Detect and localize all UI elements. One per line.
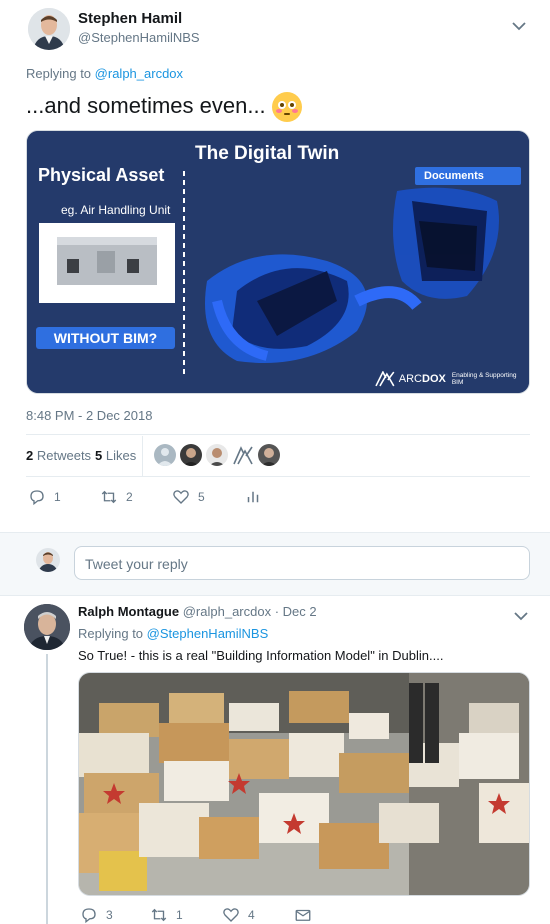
reply-like-count: 4 (248, 908, 255, 922)
heart-icon (173, 490, 189, 504)
replying-handle-link[interactable]: @ralph_arcdox (95, 66, 183, 81)
media-left-title: Physical Asset (38, 165, 165, 185)
reply-replying-to: Replying to @StephenHamilNBS (78, 626, 268, 641)
arcdox-logo-icon (375, 371, 395, 387)
reply-author-name[interactable]: Ralph Montague (78, 604, 179, 619)
author-avatar[interactable] (28, 8, 70, 50)
brand-prefix: ARC (398, 373, 422, 385)
reply-author-handle[interactable]: @ralph_arcdox (183, 604, 271, 619)
reply-like-action[interactable]: 4 (222, 906, 255, 924)
reply-count: 1 (54, 490, 61, 504)
arcdox-logo: ARCDOX Enabling & Supporting BIM (375, 371, 529, 387)
media-left-subtitle: eg. Air Handling Unit (61, 203, 171, 217)
reply-author-avatar[interactable] (24, 604, 70, 650)
reply-text: So True! - this is a real "Building Info… (78, 648, 444, 663)
brand-tagline: Enabling & Supporting BIM (451, 372, 517, 386)
retweets-label: Retweets (36, 448, 92, 463)
divider (26, 434, 530, 435)
likes-stat[interactable]: 5 Likes (95, 448, 136, 463)
author-name[interactable]: Stephen Hamil (78, 10, 182, 27)
reply-reply-count: 3 (106, 908, 113, 922)
reply-action[interactable]: 1 (28, 488, 61, 506)
replying-to: Replying to @ralph_arcdox (26, 66, 183, 81)
like-action[interactable]: 5 (172, 488, 205, 506)
reply-retweet-action[interactable]: 1 (150, 906, 183, 924)
reply-input[interactable]: Tweet your reply (74, 546, 530, 580)
reply-icon (82, 908, 96, 924)
tweet-image[interactable]: The Digital Twin Physical Asset eg. Air … (26, 130, 530, 394)
liker-avatar[interactable] (154, 444, 176, 466)
chevron-down-icon[interactable] (514, 608, 528, 624)
analytics-action[interactable] (244, 488, 262, 506)
arcdox-avatar-icon[interactable] (232, 444, 254, 466)
retweets-count: 2 (26, 448, 34, 463)
like-count: 5 (198, 490, 205, 504)
retweet-action[interactable]: 2 (100, 488, 133, 506)
thread-line (46, 654, 48, 924)
divider (26, 476, 530, 477)
composer-avatar (36, 548, 60, 572)
envelope-icon (295, 909, 311, 921)
reply-date[interactable]: · Dec 2 (275, 604, 317, 619)
reply-retweet-count: 1 (176, 908, 183, 922)
retweets-stat[interactable]: 2 Retweets (26, 448, 91, 463)
tweet-text: ...and sometimes even... (26, 92, 302, 122)
stats-separator (142, 436, 143, 476)
heart-icon (223, 908, 239, 922)
retweet-count: 2 (126, 490, 133, 504)
reply-header: Ralph Montague @ralph_arcdox · Dec 2 (78, 604, 317, 619)
liker-avatar[interactable] (180, 444, 202, 466)
reply-reply-action[interactable]: 3 (80, 906, 113, 924)
tweet-timestamp[interactable]: 8:48 PM - 2 Dec 2018 (26, 408, 152, 423)
chevron-down-icon[interactable] (512, 18, 526, 34)
tweet-text-content: ...and sometimes even... (26, 92, 266, 118)
reply-replying-handle-link[interactable]: @StephenHamilNBS (147, 626, 269, 641)
media-title: The Digital Twin (195, 143, 340, 164)
without-bim-badge: WITHOUT BIM? (36, 327, 175, 349)
likes-count: 5 (95, 448, 103, 463)
analytics-icon (247, 491, 259, 503)
without-bim-label: WITHOUT BIM? (53, 330, 158, 346)
author-handle[interactable]: @StephenHamilNBS (78, 30, 200, 45)
reply-icon (30, 490, 44, 506)
retweet-icon (151, 908, 167, 922)
reply-dm-action[interactable] (294, 906, 312, 924)
reply-replying-prefix: Replying to (78, 626, 144, 641)
documents-label: Documents (424, 170, 484, 182)
replying-prefix: Replying to (26, 66, 92, 81)
flushed-face-icon (271, 92, 302, 122)
liker-avatar[interactable] (258, 444, 280, 466)
likes-label: Likes (105, 448, 137, 463)
brand-bold: DOX (422, 373, 446, 385)
liker-avatars (154, 444, 280, 466)
reply-image[interactable] (78, 672, 530, 896)
retweet-icon (101, 490, 117, 504)
liker-avatar[interactable] (206, 444, 228, 466)
